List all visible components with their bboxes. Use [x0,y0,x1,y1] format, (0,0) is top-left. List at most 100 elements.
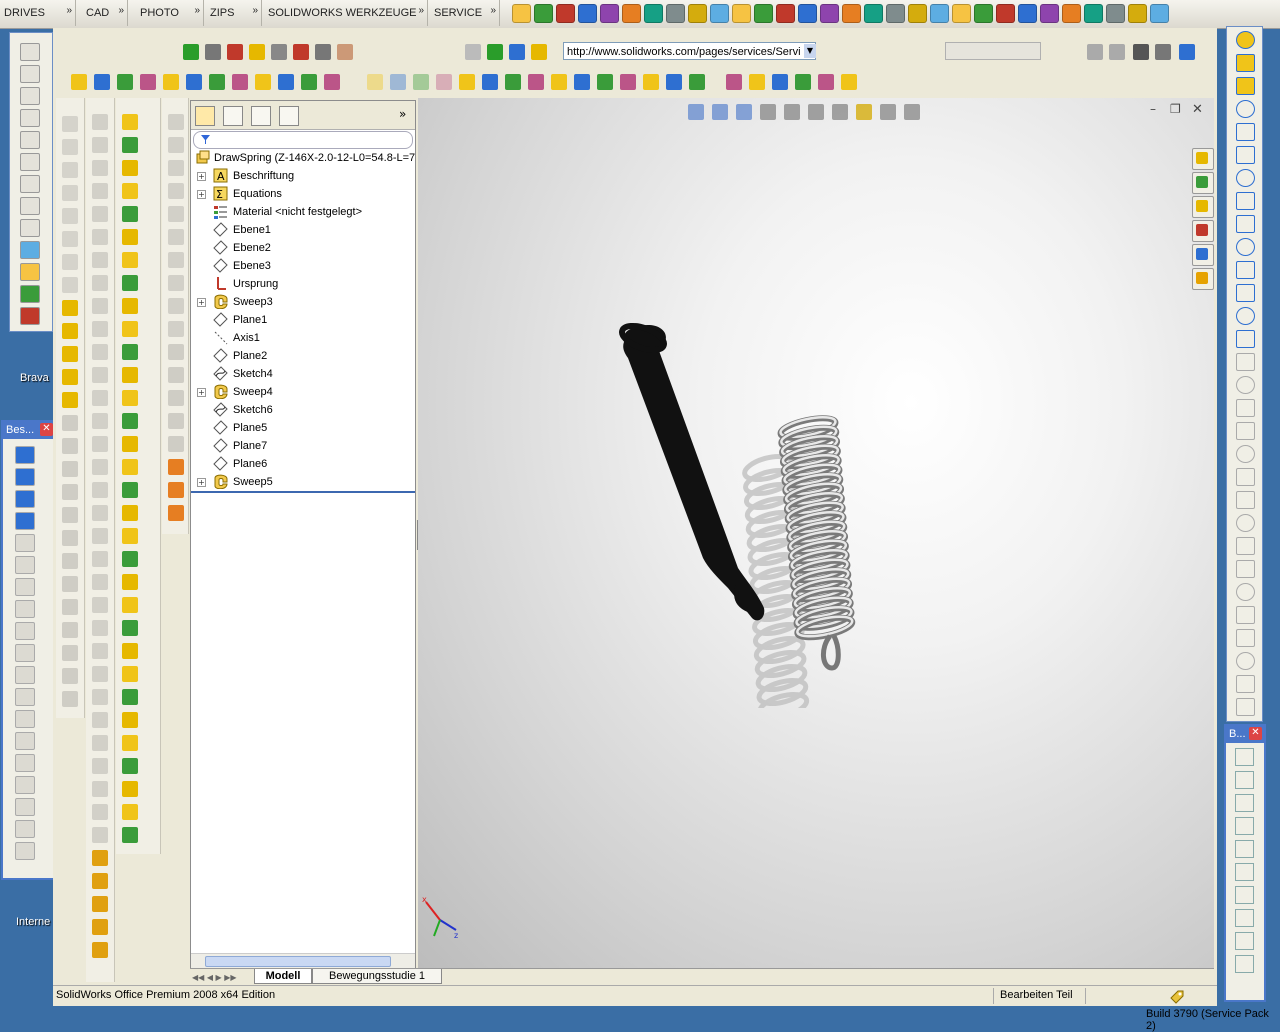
feature-tool-button[interactable] [92,643,108,659]
tree-item[interactable]: Ebene1 [191,221,415,239]
taskbar-tab-solidworks-werkzeuge[interactable]: SOLIDWORKS WERKZEUGE» [264,0,428,26]
toolbar-button[interactable] [841,74,857,90]
quick-launch-icon[interactable] [798,4,817,23]
quick-launch-icon[interactable] [732,4,751,23]
feature-tool-button[interactable] [122,528,138,544]
quick-launch-icon[interactable] [952,4,971,23]
quick-launch-icon[interactable] [710,4,729,23]
feature-tool-button[interactable] [168,183,184,199]
dimension-tool-button[interactable] [1235,748,1254,766]
feature-tool-button[interactable] [62,277,78,293]
toolbar-tool-icon[interactable] [20,43,40,61]
annotation-tool-icon[interactable] [15,468,35,486]
quick-launch-icon[interactable] [666,4,685,23]
close-icon[interactable]: ✕ [1249,727,1262,740]
feature-tool-button[interactable] [92,689,108,705]
feature-tool-button[interactable] [92,183,108,199]
feature-tool-button[interactable] [62,599,78,615]
annotation-tool-icon[interactable] [15,556,35,574]
toolbar-button[interactable] [186,74,202,90]
dimension-tool-button[interactable] [1235,840,1254,858]
feature-tool-button[interactable] [122,252,138,268]
view-tool-button[interactable] [784,104,800,120]
feature-tool-button[interactable] [168,459,184,475]
dimension-tool-button[interactable] [1235,771,1254,789]
feature-tool-button[interactable] [62,691,78,707]
toolbar-button[interactable] [301,74,317,90]
quick-launch-icon[interactable] [644,4,663,23]
feature-tool-button[interactable] [62,254,78,270]
toolbar-button[interactable] [551,74,567,90]
feature-tool-button[interactable] [168,275,184,291]
task-pane-tab[interactable] [1192,220,1214,242]
feature-tool-button[interactable] [92,298,108,314]
graphics-viewport[interactable]: – ❐ ✕ x z [418,98,1214,968]
toolbar-button[interactable] [163,74,179,90]
feature-tool-button[interactable] [122,436,138,452]
tree-item[interactable]: Ebene2 [191,239,415,257]
desktop-icon-label-internet[interactable]: Interne [16,916,50,928]
toolbar-button[interactable] [324,74,340,90]
quick-launch-icon[interactable] [1084,4,1103,23]
feature-tool-button[interactable] [122,505,138,521]
toolbar-button[interactable] [531,44,547,60]
configuration-dropdown[interactable] [945,42,1041,60]
feature-tool-button[interactable] [62,300,78,316]
sketch-tool-button[interactable] [1236,261,1255,279]
quick-launch-icon[interactable] [1150,4,1169,23]
feature-tool-button[interactable] [122,827,138,843]
toolbar-button[interactable] [1133,44,1149,60]
feature-tool-button[interactable] [62,668,78,684]
feature-tool-button[interactable] [122,689,138,705]
toolbar-button[interactable] [795,74,811,90]
feature-tool-button[interactable] [92,206,108,222]
feature-tool-button[interactable] [122,758,138,774]
tree-item[interactable]: + Sweep5 [191,473,415,491]
feature-tool-button[interactable] [92,321,108,337]
tab-property-manager[interactable] [223,106,243,126]
feature-tool-button[interactable] [122,275,138,291]
feature-tool-button[interactable] [92,666,108,682]
taskbar-tab-service[interactable]: SERVICE » [430,0,500,26]
feature-tool-button[interactable] [92,114,108,130]
sketch-tool-button[interactable] [1236,353,1255,371]
toolbar-tool-icon[interactable] [20,263,40,281]
sketch-tool-button[interactable] [1236,192,1255,210]
toolbar-button[interactable] [249,44,265,60]
tree-item[interactable]: Axis1 [191,329,415,347]
feature-tool-button[interactable] [92,735,108,751]
feature-tool-button[interactable] [62,208,78,224]
sketch-tool-button[interactable] [1236,583,1255,601]
quick-launch-icon[interactable] [842,4,861,23]
taskbar-tab-photo[interactable]: PHOTO » [136,0,204,26]
toolbar-button[interactable] [487,44,503,60]
sketch-tool-button[interactable] [1236,606,1255,624]
expand-icon[interactable]: + [197,190,206,199]
sketch-tool-button[interactable] [1236,652,1255,670]
feature-tool-button[interactable] [92,367,108,383]
toolbar-button[interactable] [94,74,110,90]
quick-launch-icon[interactable] [600,4,619,23]
dimension-tool-button[interactable] [1235,794,1254,812]
view-tool-button[interactable] [856,104,872,120]
annotation-tool-icon[interactable] [15,490,35,508]
task-pane-tab[interactable] [1192,268,1214,290]
toolbar-button[interactable] [666,74,682,90]
quick-launch-icon[interactable] [930,4,949,23]
toolbar-button[interactable] [183,44,199,60]
tree-item[interactable]: Material <nicht festgelegt> [191,203,415,221]
annotation-tool-icon[interactable] [15,710,35,728]
toolbar-button[interactable] [509,44,525,60]
rebuild-tag-icon[interactable] [1169,988,1185,1004]
feature-tool-button[interactable] [122,137,138,153]
annotation-tool-icon[interactable] [15,600,35,618]
sketch-tool-button[interactable] [1236,491,1255,509]
feature-tool-button[interactable] [62,323,78,339]
feature-tool-button[interactable] [62,231,78,247]
toolbar-button[interactable] [117,74,133,90]
annotation-tool-icon[interactable] [15,644,35,662]
toolbar-button[interactable] [337,44,353,60]
feature-tool-button[interactable] [62,116,78,132]
toolbar-button[interactable] [1155,44,1171,60]
tab-motion-study[interactable]: Bewegungsstudie 1 [312,969,442,984]
